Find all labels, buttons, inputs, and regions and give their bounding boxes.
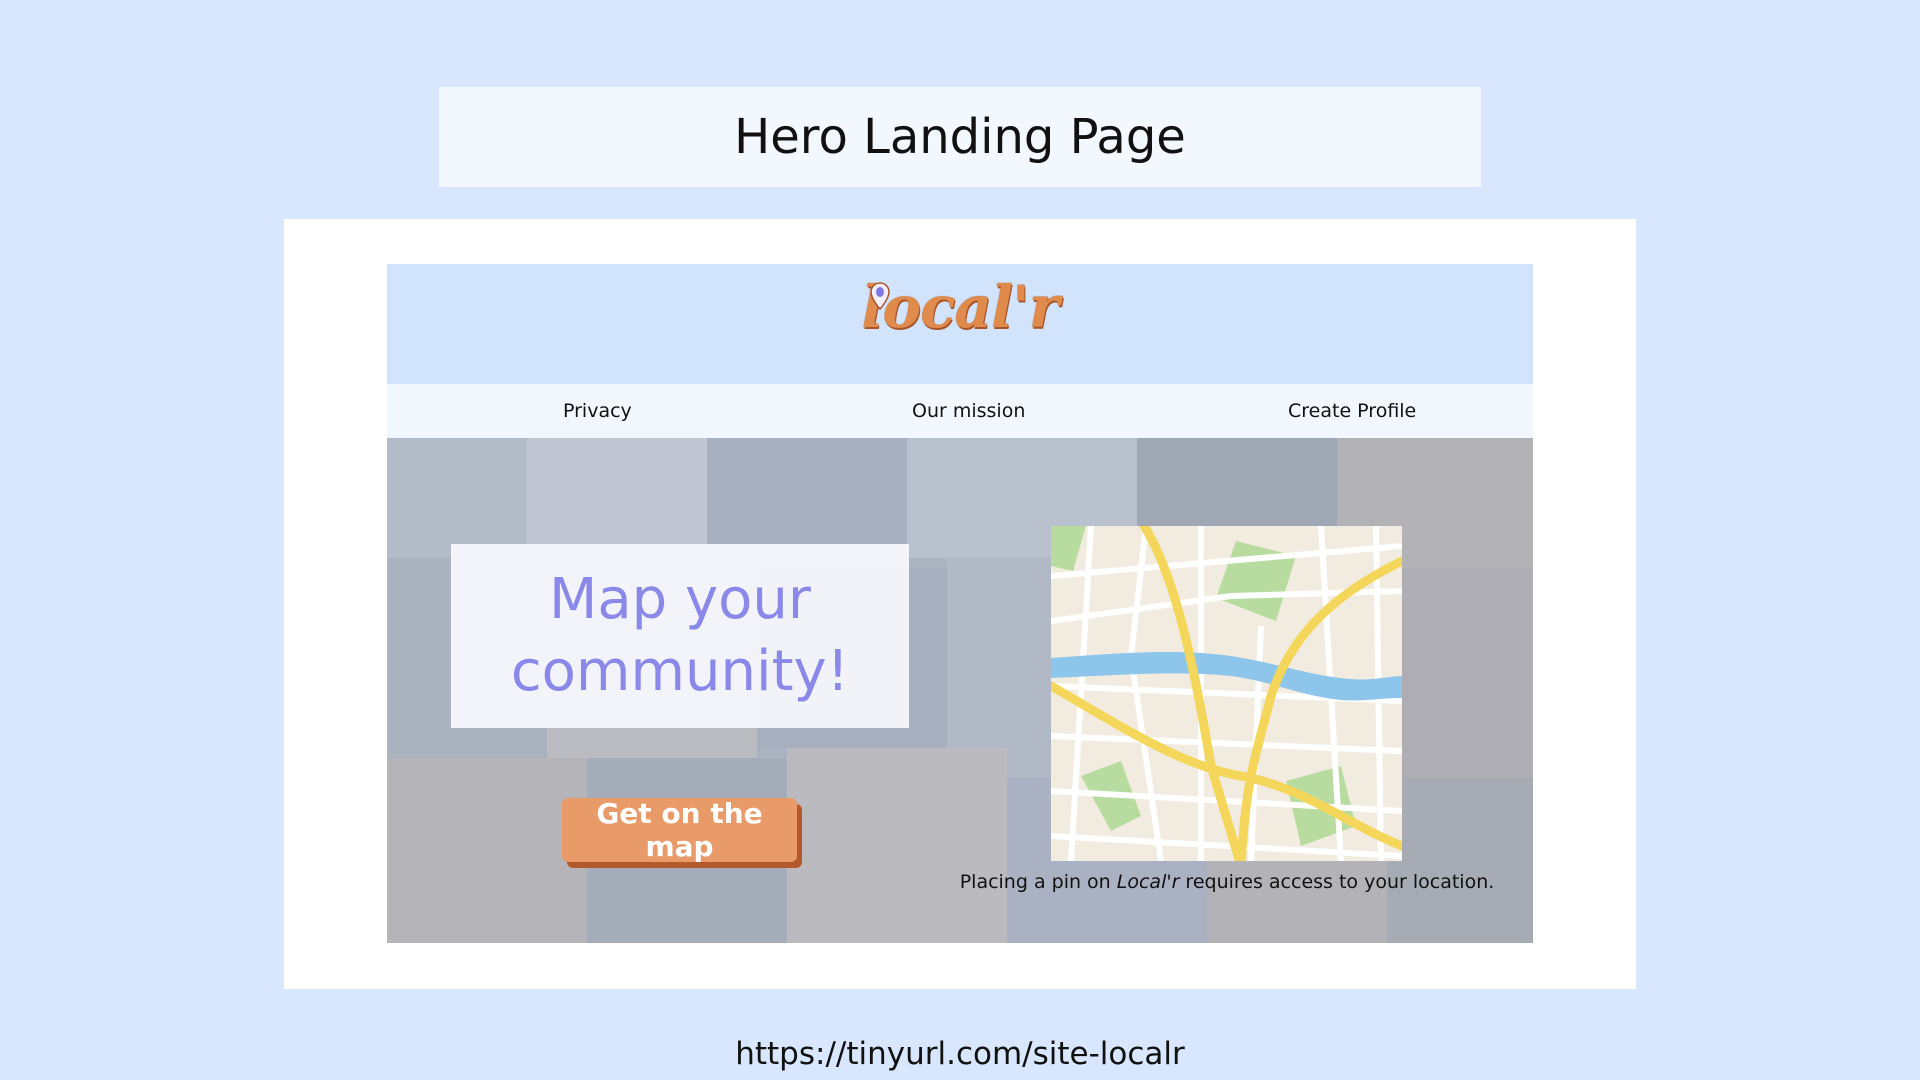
website-preview: local'r Privacy Our mission Create Profi… xyxy=(387,264,1533,943)
hero-headline-line-2: community! xyxy=(510,639,850,704)
map-illustration[interactable] xyxy=(1051,526,1402,861)
caption-prefix: Placing a pin on xyxy=(959,871,1117,893)
nav-item-privacy[interactable]: Privacy xyxy=(563,384,632,438)
site-nav: Privacy Our mission Create Profile xyxy=(387,384,1533,438)
site-header: local'r xyxy=(387,264,1533,384)
hero-section: Map your community! Get on the map Placi… xyxy=(387,438,1533,943)
caption-brand: Local'r xyxy=(1116,871,1180,893)
nav-item-create-profile[interactable]: Create Profile xyxy=(1288,384,1416,438)
site-url: https://tinyurl.com/site-localr xyxy=(735,1036,1185,1072)
get-on-the-map-button[interactable]: Get on the map xyxy=(562,797,797,863)
slide-title: Hero Landing Page xyxy=(439,87,1481,187)
caption-suffix: requires access to your location. xyxy=(1179,871,1495,893)
nav-item-our-mission[interactable]: Our mission xyxy=(912,384,1025,438)
logo-text: local'r xyxy=(861,273,1060,341)
location-access-caption: Placing a pin on Local'r requires access… xyxy=(957,871,1497,893)
hero-headline-line-1: Map your xyxy=(549,567,811,632)
hero-headline-box: Map your community! xyxy=(451,544,909,728)
screenshot-frame: local'r Privacy Our mission Create Profi… xyxy=(284,219,1636,989)
location-pin-icon xyxy=(869,282,890,310)
site-logo[interactable]: local'r xyxy=(387,278,1533,336)
